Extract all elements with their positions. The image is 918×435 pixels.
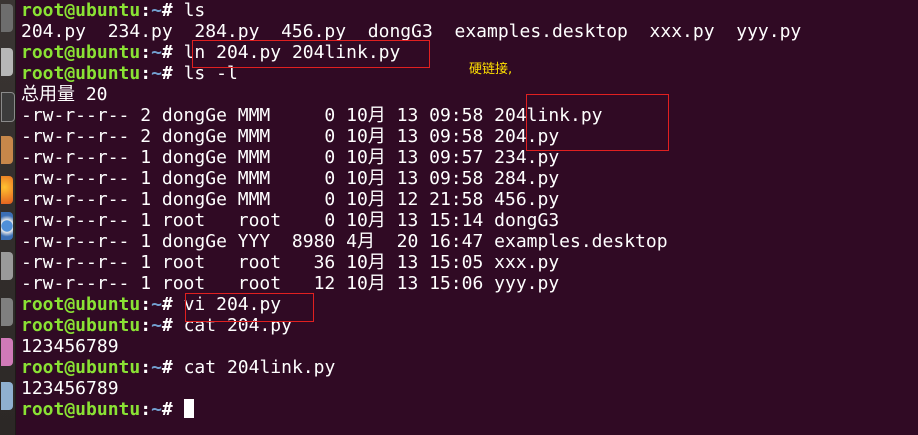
chromium-icon[interactable]	[1, 212, 13, 240]
settings-icon[interactable]	[1, 252, 13, 280]
terminal-icon[interactable]	[1, 92, 15, 122]
output-line: -rw-r--r-- 1 root root 12 10月 13 15:06 y…	[21, 273, 560, 294]
software-center-icon[interactable]	[1, 136, 13, 164]
output-line: -rw-r--r-- 1 dongGe MMM 0 10月 12 21:58 4…	[21, 189, 560, 210]
annotation-box-vi-command	[185, 293, 314, 322]
prompt-user: root@ubuntu	[21, 357, 141, 378]
output-line: 123456789	[21, 378, 119, 399]
output-line: 123456789	[21, 336, 119, 357]
prompt-symbol: #	[161, 42, 184, 63]
prompt-path: ~	[151, 399, 162, 420]
prompt-user: root@ubuntu	[21, 399, 141, 420]
prompt-user: root@ubuntu	[21, 0, 141, 21]
command-text: cat 204link.py	[183, 357, 336, 378]
prompt-path: ~	[151, 42, 162, 63]
screen: root@ubuntu:~# ls 204.py 234.py 284.py 45…	[0, 0, 918, 435]
text-editor-icon[interactable]	[1, 298, 13, 326]
output-line: -rw-r--r-- 2 dongGe MMM 0 10月 13 09:58 2…	[21, 105, 603, 126]
files-icon[interactable]	[1, 48, 13, 76]
prompt-line: root@ubuntu:~# ls	[21, 0, 205, 21]
prompt-colon: :	[140, 315, 152, 336]
prompt-path: ~	[151, 315, 162, 336]
output-line: -rw-r--r-- 1 root root 0 10月 13 15:14 do…	[21, 210, 560, 231]
prompt-user: root@ubuntu	[21, 294, 141, 315]
prompt-line: root@ubuntu:~#	[21, 399, 194, 420]
prompt-colon: :	[140, 294, 152, 315]
output-line: -rw-r--r-- 1 dongGe MMM 0 10月 13 09:58 2…	[21, 168, 560, 189]
output-line: -rw-r--r-- 1 root root 36 10月 13 15:05 x…	[21, 252, 560, 273]
prompt-user: root@ubuntu	[21, 42, 141, 63]
text-cursor[interactable]	[183, 399, 194, 418]
command-text: ls	[183, 0, 206, 21]
output-line: 204.py 234.py 284.py 456.py dongG3 examp…	[21, 21, 802, 42]
prompt-path: ~	[151, 0, 162, 21]
terminal-window[interactable]: root@ubuntu:~# ls 204.py 234.py 284.py 45…	[21, 0, 911, 435]
annotation-note: 硬链接,	[469, 62, 513, 77]
app-icon[interactable]	[1, 382, 13, 410]
firefox-icon[interactable]	[1, 176, 13, 204]
prompt-path: ~	[151, 357, 162, 378]
output-line: -rw-r--r-- 1 dongGe YYY 8980 4月 20 16:47…	[21, 231, 668, 252]
annotation-box-hardlink-files	[526, 94, 669, 151]
prompt-line: root@ubuntu:~# cat 204link.py	[21, 357, 335, 378]
prompt-user: root@ubuntu	[21, 63, 141, 84]
output-line: -rw-r--r-- 1 dongGe MMM 0 10月 13 09:57 2…	[21, 147, 560, 168]
output-line: 总用量 20	[21, 84, 108, 105]
prompt-symbol: #	[161, 357, 184, 378]
prompt-user: root@ubuntu	[21, 315, 141, 336]
prompt-colon: :	[140, 0, 152, 21]
prompt-symbol: #	[161, 294, 184, 315]
prompt-symbol: #	[161, 315, 184, 336]
prompt-colon: :	[140, 357, 152, 378]
unity-launcher	[0, 0, 16, 435]
prompt-symbol: #	[161, 399, 184, 420]
prompt-colon: :	[140, 399, 152, 420]
dash-icon[interactable]	[1, 4, 13, 32]
prompt-symbol: #	[161, 0, 184, 21]
prompt-path: ~	[151, 63, 162, 84]
prompt-symbol: #	[161, 63, 184, 84]
annotation-box-ln-command	[192, 40, 430, 68]
prompt-path: ~	[151, 294, 162, 315]
prompt-colon: :	[140, 63, 152, 84]
output-line: -rw-r--r-- 2 dongGe MMM 0 10月 13 09:58 2…	[21, 126, 560, 147]
workspace-icon[interactable]	[1, 338, 13, 366]
prompt-colon: :	[140, 42, 152, 63]
